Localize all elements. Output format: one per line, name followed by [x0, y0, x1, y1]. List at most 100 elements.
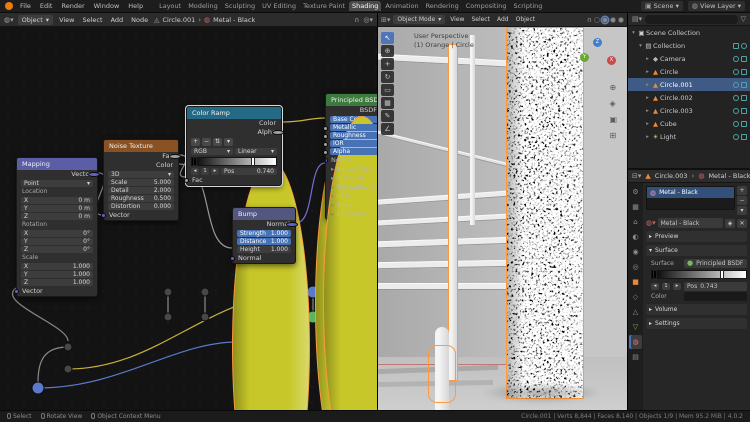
- location-z-field[interactable]: Z0 m: [21, 213, 93, 220]
- normal-socket[interactable]: [326, 158, 328, 163]
- rotation-x-field[interactable]: X 0°: [21, 230, 93, 237]
- shader-type-dropdown[interactable]: Object ▾: [17, 14, 54, 25]
- outliner-row[interactable]: ▸ ▲ Circle.003: [628, 104, 750, 117]
- vector-output-socket[interactable]: [88, 172, 100, 177]
- coat-section[interactable]: ▸ Coat: [326, 192, 377, 201]
- tab-scene[interactable]: ◉: [629, 245, 642, 259]
- ortho-toggle-icon[interactable]: ⊞: [609, 131, 617, 140]
- disable-render-icon[interactable]: [741, 120, 747, 127]
- transform-tool[interactable]: ▦: [381, 97, 394, 109]
- node-canvas[interactable]: Mapping Vector Point ▾ Location X0 m Y0 m…: [0, 27, 377, 410]
- tab-modeling[interactable]: Modeling: [185, 1, 221, 11]
- textured-column[interactable]: [506, 27, 584, 399]
- node-mapping[interactable]: Mapping Vector Point ▾ Location X0 m Y0 m…: [14, 157, 100, 297]
- measure-tool[interactable]: ∠: [381, 123, 394, 135]
- tab-scripting[interactable]: Scripting: [511, 1, 546, 11]
- alpha-output-socket[interactable]: [272, 130, 284, 135]
- noise-dimensions-dropdown[interactable]: 3D ▾: [108, 171, 174, 178]
- select-box-tool[interactable]: ↖: [381, 32, 394, 44]
- hide-eye-icon[interactable]: [733, 107, 739, 114]
- color-swatch[interactable]: [684, 291, 747, 301]
- remove-slot-button[interactable]: −: [737, 196, 747, 205]
- tab-view-layer[interactable]: ◐: [629, 230, 642, 244]
- outliner-row[interactable]: ▾ ▣ Scene Collection: [628, 26, 750, 39]
- ramp-tools-button[interactable]: ▾: [224, 138, 233, 146]
- disable-render-icon[interactable]: [741, 68, 747, 75]
- annotate-tool[interactable]: ✎: [381, 110, 394, 122]
- hide-eye-icon[interactable]: [733, 120, 739, 127]
- gradient-stop-black[interactable]: [193, 157, 197, 166]
- scale-tool[interactable]: ▭: [381, 84, 394, 96]
- material-name-field[interactable]: Metal - Black: [657, 218, 723, 228]
- menu-window[interactable]: Window: [92, 2, 122, 10]
- tab-object[interactable]: ■: [629, 275, 642, 289]
- selected-pipe[interactable]: [448, 44, 458, 381]
- ior-input[interactable]: IOR: [323, 140, 377, 147]
- subsurface-section[interactable]: ▸ Subsurface: [326, 165, 377, 174]
- disable-render-icon[interactable]: [741, 81, 747, 88]
- node-ramp-header[interactable]: Color Ramp: [187, 107, 281, 119]
- wireframe-shading-button[interactable]: [594, 16, 600, 23]
- alpha-socket[interactable]: [323, 150, 328, 155]
- blender-logo-icon[interactable]: [5, 2, 13, 10]
- tab-animation[interactable]: Animation: [382, 1, 421, 11]
- y-axis-handle[interactable]: Y: [580, 53, 589, 62]
- vp-menu-add[interactable]: Add: [495, 16, 511, 23]
- disable-render-icon[interactable]: [741, 107, 747, 114]
- menu-file[interactable]: File: [18, 2, 33, 10]
- view-layer-selector[interactable]: ◍ View Layer ▾: [687, 1, 745, 11]
- rail-beam-5[interactable]: [378, 283, 516, 290]
- emission-section[interactable]: ▸ Emission: [326, 210, 377, 219]
- bump-height-field[interactable]: Height 1.000: [237, 246, 291, 253]
- shader-menu-view[interactable]: View: [57, 16, 76, 24]
- node-principled-bsdf[interactable]: Principled BSDF BSDF Base Color Metallic…: [323, 93, 377, 410]
- zoom-icon[interactable]: ⊕: [609, 83, 617, 92]
- shader-menu-node[interactable]: Node: [129, 16, 150, 24]
- hide-eye-icon[interactable]: [733, 68, 739, 75]
- sheen-section[interactable]: ▸ Sheen: [326, 201, 377, 210]
- hide-eye-icon[interactable]: [733, 133, 739, 140]
- x-axis-handle[interactable]: X: [607, 56, 616, 65]
- tab-object-data[interactable]: ▽: [629, 320, 642, 334]
- tab-texture-paint[interactable]: Texture Paint: [300, 1, 348, 11]
- color-mode-dropdown[interactable]: RGB ▾: [191, 148, 233, 155]
- cursor-tool[interactable]: ⊕: [381, 45, 394, 57]
- gradient-stop-white[interactable]: [719, 270, 724, 279]
- tab-shading[interactable]: Shading: [349, 1, 382, 11]
- outliner-row[interactable]: ▸ ▲ Cube: [628, 117, 750, 130]
- metallic-input[interactable]: Metallic: [323, 124, 377, 131]
- ior-socket[interactable]: [323, 142, 328, 147]
- node-mapping-header[interactable]: Mapping: [17, 158, 97, 170]
- tab-render[interactable]: ▦: [629, 200, 642, 214]
- breadcrumb-object[interactable]: Circle.003: [655, 172, 688, 180]
- tab-output[interactable]: ⌂: [629, 215, 642, 229]
- panel-surface[interactable]: ▾ Surface: [646, 245, 747, 256]
- fake-user-shield-icon[interactable]: ◈: [725, 218, 735, 228]
- breadcrumb-material[interactable]: Metal - Black: [708, 172, 750, 180]
- add-stop-button[interactable]: +: [191, 138, 200, 146]
- vp-menu-view[interactable]: View: [448, 16, 466, 23]
- panel-volume[interactable]: ▸ Volume: [646, 304, 747, 315]
- menu-help[interactable]: Help: [126, 2, 145, 10]
- z-axis-handle[interactable]: Z: [593, 38, 602, 47]
- noise-detail-field[interactable]: Detail 2.000: [108, 187, 174, 194]
- disable-render-icon[interactable]: [741, 55, 747, 62]
- snap-magnet-icon[interactable]: ∩: [354, 16, 359, 24]
- viewport-canvas[interactable]: User Perspective (1) Orange | Circle ↖ ⊕…: [378, 27, 627, 410]
- node-principled-header[interactable]: Principled BSDF: [326, 94, 377, 106]
- location-x-field[interactable]: X0 m: [21, 197, 93, 204]
- back-pipe[interactable]: [470, 35, 475, 225]
- rotation-y-field[interactable]: Y 0°: [21, 238, 93, 245]
- tab-tool[interactable]: ⚙: [629, 185, 642, 199]
- add-slot-button[interactable]: +: [737, 186, 747, 195]
- gradient-stop-black[interactable]: [653, 270, 657, 279]
- properties-gradient-bar[interactable]: [651, 270, 747, 279]
- properties-icon[interactable]: ⊟▾: [632, 172, 641, 180]
- snap-magnet-icon[interactable]: ∩: [587, 16, 592, 24]
- tab-modifiers[interactable]: ◇: [629, 290, 642, 304]
- overlays-icon[interactable]: ◎▾: [363, 16, 373, 24]
- solid-shading-button[interactable]: [602, 16, 608, 23]
- next-stop-button[interactable]: ▸: [211, 168, 219, 175]
- material-shading-button[interactable]: [610, 16, 616, 23]
- stop-index-field[interactable]: 1: [201, 168, 209, 175]
